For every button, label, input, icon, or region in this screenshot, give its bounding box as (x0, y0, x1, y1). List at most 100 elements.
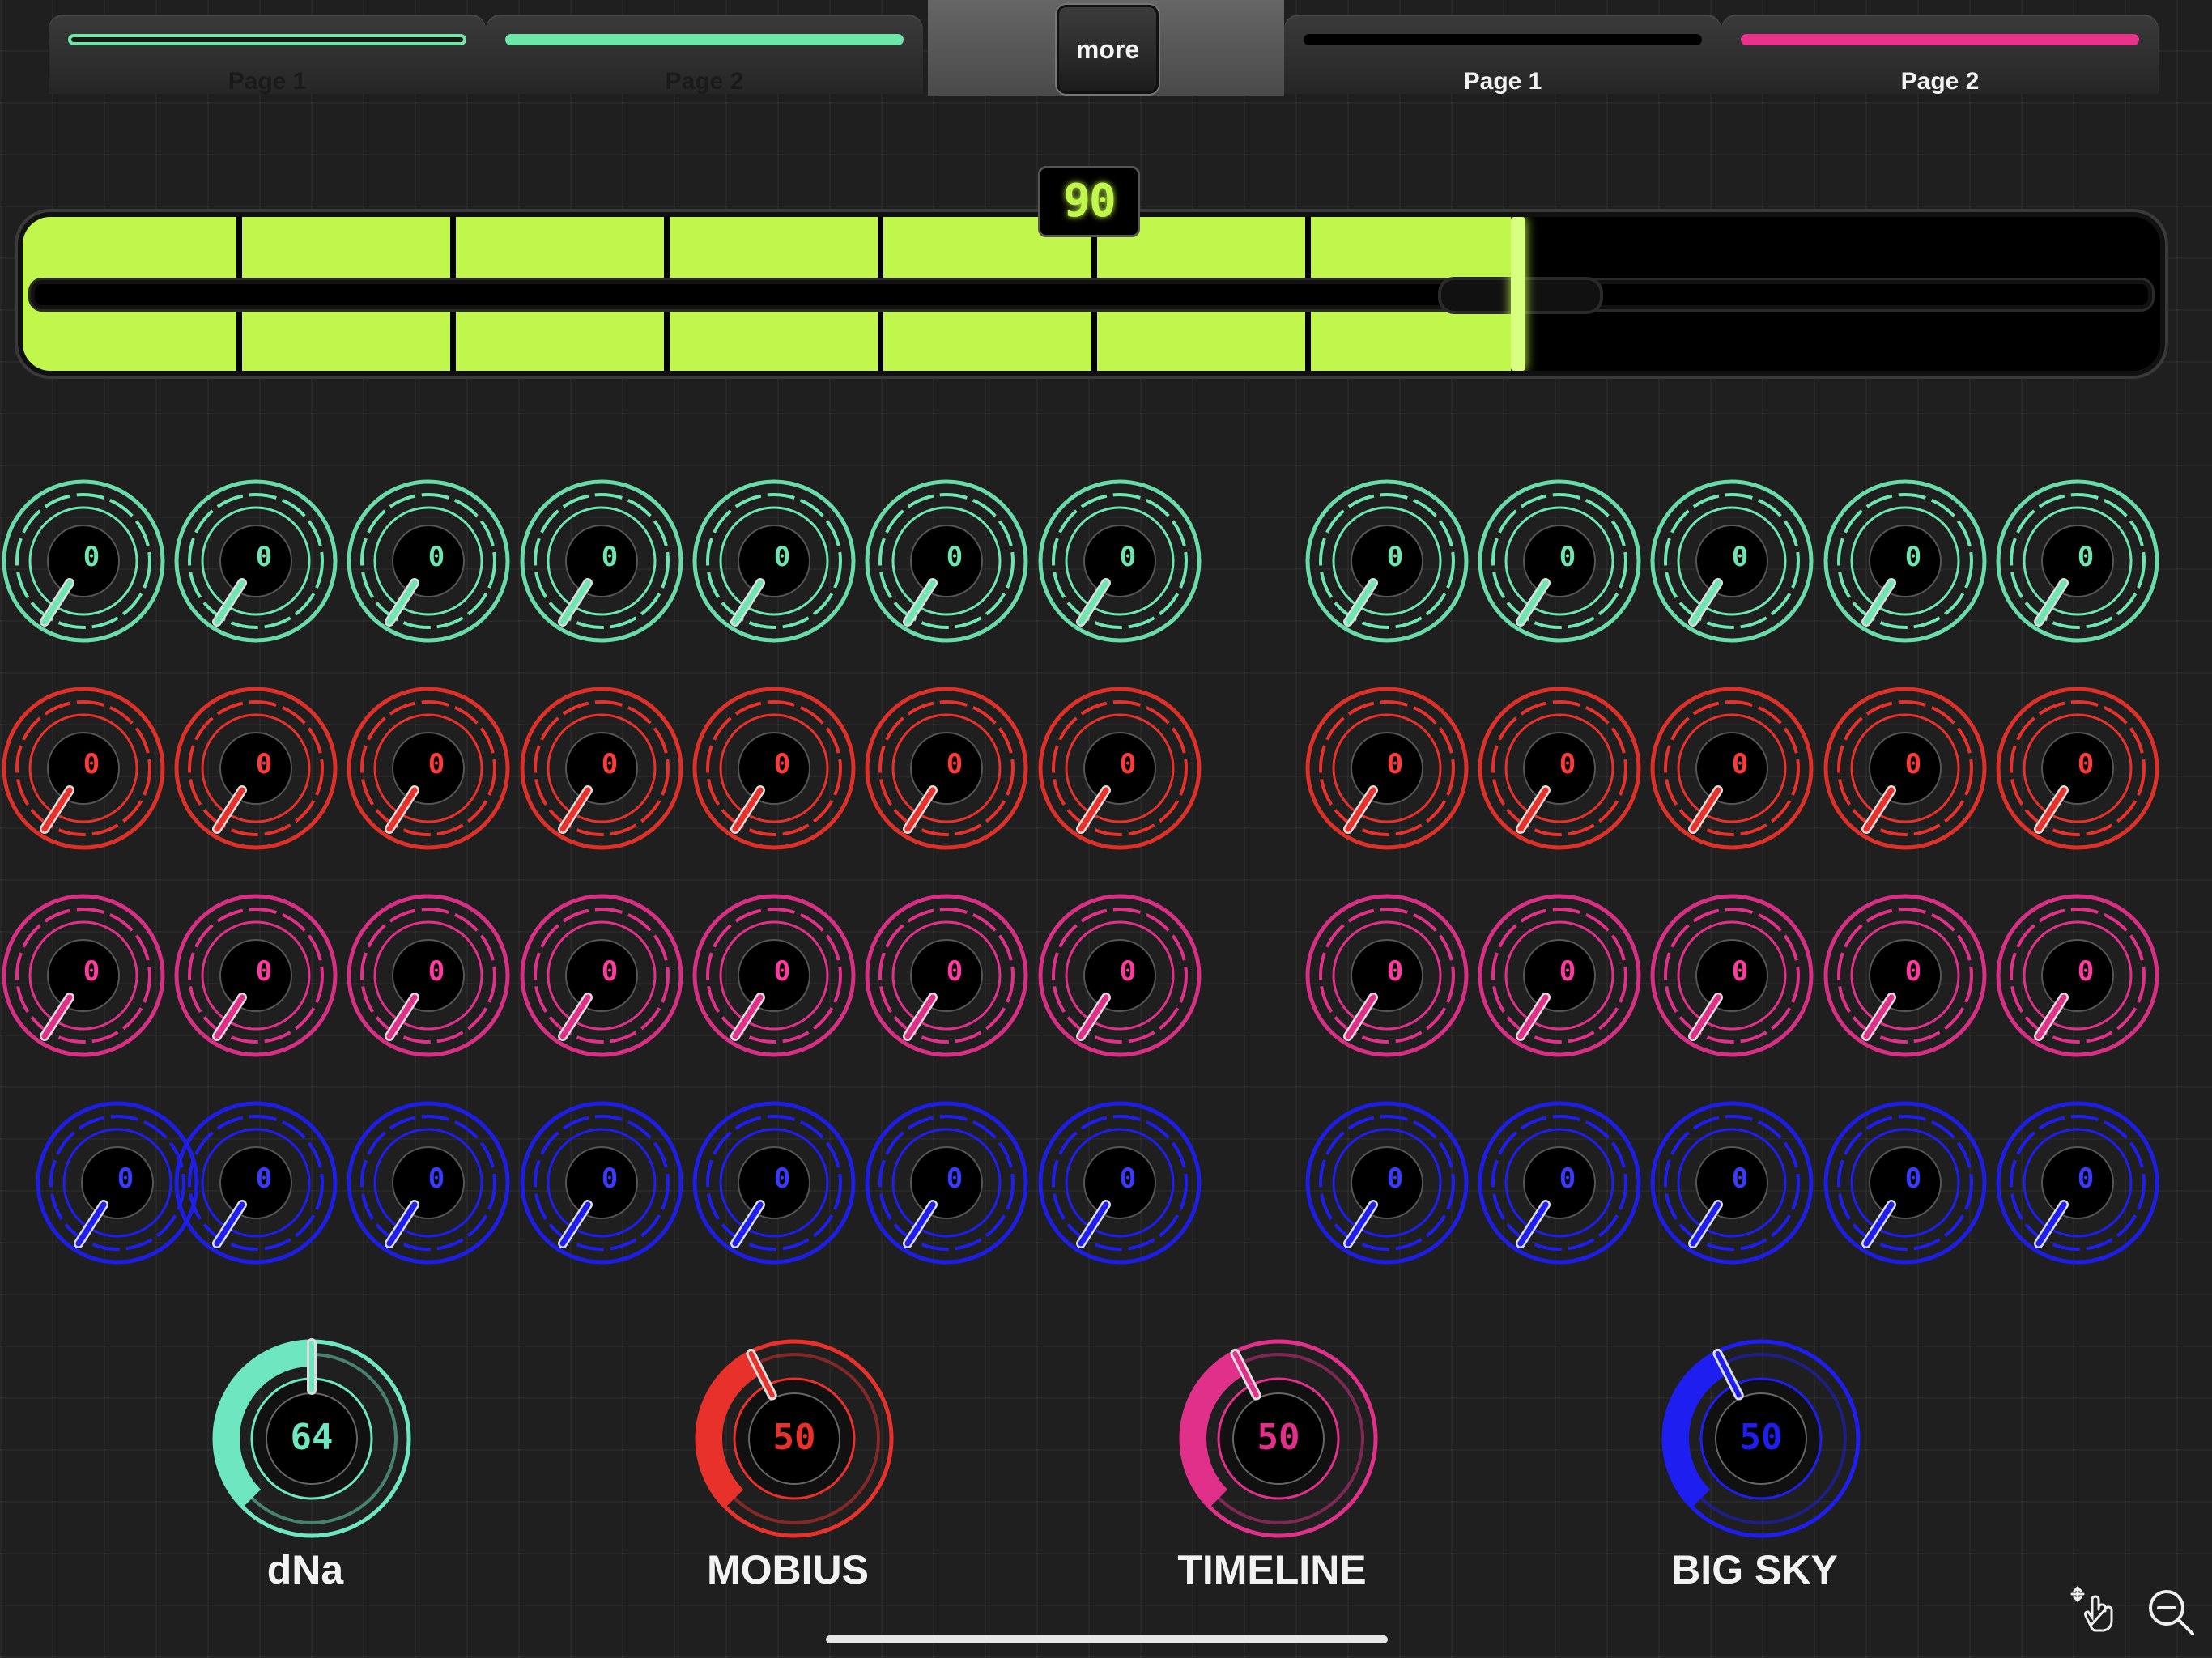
knob-value: 0 (1559, 955, 1576, 988)
knob-value: 0 (946, 541, 963, 573)
tab-label: Page 2 (665, 68, 744, 95)
knob-value: 0 (946, 748, 963, 780)
knob-value: 0 (773, 955, 791, 988)
slider-value-readout: 90 (1038, 166, 1140, 237)
knob-r1-c12[interactable]: 0 (1994, 478, 2161, 644)
knob-r3-c9[interactable]: 0 (1476, 892, 1643, 1059)
knob-r3-c1[interactable]: 0 (0, 892, 167, 1059)
knob-r3-c7[interactable]: 0 (1036, 892, 1203, 1059)
knob-r1-c5[interactable]: 0 (691, 478, 857, 644)
knob-r1-c10[interactable]: 0 (1648, 478, 1815, 644)
knob-value: 0 (946, 1163, 963, 1195)
knob-r3-c11[interactable]: 0 (1822, 892, 1989, 1059)
master-knob-timeline[interactable]: 50 (1179, 1339, 1378, 1538)
knob-r3-c6[interactable]: 0 (863, 892, 1030, 1059)
knob-r4-c10[interactable]: 0 (1648, 1099, 1815, 1266)
hand-move-icon[interactable] (2069, 1585, 2118, 1634)
home-indicator[interactable] (826, 1635, 1388, 1643)
master-knob-big-sky[interactable]: 50 (1661, 1339, 1861, 1538)
knob-r4-c5[interactable]: 0 (691, 1099, 857, 1266)
knob-r1-c7[interactable]: 0 (1036, 478, 1203, 644)
knob-r1-c9[interactable]: 0 (1476, 478, 1643, 644)
knob-r2-c8[interactable]: 0 (1304, 685, 1470, 852)
master-knob-label: BIG SKY (1671, 1547, 1838, 1592)
knob-r2-c4[interactable]: 0 (518, 685, 685, 852)
knob-value: 0 (1386, 541, 1404, 573)
master-knob-mobius[interactable]: 50 (695, 1339, 894, 1538)
knob-r4-c12[interactable]: 0 (1994, 1099, 2161, 1266)
zoom-out-icon[interactable] (2146, 1587, 2196, 1637)
knob-value: 0 (428, 748, 445, 780)
knob-r1-c6[interactable]: 0 (863, 478, 1030, 644)
knob-r1-c11[interactable]: 0 (1822, 478, 1989, 644)
master-knob-value: 50 (1739, 1417, 1783, 1458)
knob-r3-c3[interactable]: 0 (345, 892, 512, 1059)
knob-r4-c7[interactable]: 0 (1036, 1099, 1203, 1266)
master-knob-label: dNa (266, 1547, 344, 1592)
knob-value: 0 (1119, 955, 1137, 988)
knob-r4-c11[interactable]: 0 (1822, 1099, 1989, 1266)
tab-page-2-right[interactable]: Page 2 (1721, 15, 2159, 95)
knob-r1-c1[interactable]: 0 (0, 478, 167, 644)
knob-value: 0 (428, 1163, 445, 1195)
knob-r4-c3[interactable]: 0 (345, 1099, 512, 1266)
knob-r2-c3[interactable]: 0 (345, 685, 512, 852)
knob-value: 0 (773, 748, 791, 780)
knob-r4-c4[interactable]: 0 (518, 1099, 685, 1266)
knob-value: 0 (1386, 748, 1404, 780)
knob-r2-c2[interactable]: 0 (172, 685, 339, 852)
knob-value: 0 (1119, 748, 1137, 780)
more-button[interactable]: more (1057, 5, 1159, 94)
master-knob-dna[interactable]: 64 (212, 1338, 411, 1538)
knob-r4-c9[interactable]: 0 (1476, 1099, 1643, 1266)
knob-r1-c2[interactable]: 0 (172, 478, 339, 644)
knob-r2-c6[interactable]: 0 (863, 685, 1030, 852)
knob-value: 0 (1386, 1163, 1404, 1195)
knob-value: 0 (83, 748, 100, 780)
knob-r1-c4[interactable]: 0 (518, 478, 685, 644)
knob-r3-c4[interactable]: 0 (518, 892, 685, 1059)
knob-r1-c3[interactable]: 0 (345, 478, 512, 644)
knob-value: 0 (601, 1163, 619, 1195)
knob-value: 0 (1119, 1163, 1137, 1195)
tab-page-1-left[interactable]: Page 1 (49, 15, 486, 95)
knob-value: 0 (601, 541, 619, 573)
top-tab-bar: Page 1 Page 2 more Page 1 Page 2 (0, 0, 2212, 96)
knob-value: 0 (601, 955, 619, 988)
knob-value: 0 (1559, 1163, 1576, 1195)
knob-value: 0 (773, 1163, 791, 1195)
tab-indicator (68, 34, 466, 45)
knob-r1-c8[interactable]: 0 (1304, 478, 1470, 644)
knob-r2-c5[interactable]: 0 (691, 685, 857, 852)
knob-value: 0 (255, 955, 273, 988)
knob-r3-c8[interactable]: 0 (1304, 892, 1470, 1059)
tab-indicator (1741, 34, 2139, 45)
tab-page-2-left[interactable]: Page 2 (486, 15, 923, 95)
knob-r3-c5[interactable]: 0 (691, 892, 857, 1059)
knob-r4-c6[interactable]: 0 (863, 1099, 1030, 1266)
knob-value: 0 (1559, 541, 1576, 573)
knob-r4-c8[interactable]: 0 (1304, 1099, 1470, 1266)
knob-value: 0 (255, 748, 273, 780)
knob-value: 0 (1731, 1163, 1749, 1195)
knob-r2-c11[interactable]: 0 (1822, 685, 1989, 852)
knob-r4-c2[interactable]: 0 (172, 1099, 339, 1266)
knob-r3-c2[interactable]: 0 (172, 892, 339, 1059)
slider-marker (1511, 217, 1525, 371)
knob-value: 0 (2077, 541, 2095, 573)
knob-r3-c12[interactable]: 0 (1994, 892, 2161, 1059)
knob-value: 0 (83, 955, 100, 988)
knob-r2-c12[interactable]: 0 (1994, 685, 2161, 852)
knob-r2-c1[interactable]: 0 (0, 685, 167, 852)
knob-value: 0 (773, 541, 791, 573)
knob-value: 0 (1386, 955, 1404, 988)
knob-r2-c10[interactable]: 0 (1648, 685, 1815, 852)
knob-value: 0 (1904, 1163, 1922, 1195)
tab-page-1-right[interactable]: Page 1 (1284, 15, 1721, 95)
knob-value: 0 (1731, 748, 1749, 780)
tab-indicator (1304, 34, 1702, 45)
knob-r2-c9[interactable]: 0 (1476, 685, 1643, 852)
knob-value: 0 (2077, 748, 2095, 780)
knob-r2-c7[interactable]: 0 (1036, 685, 1203, 852)
knob-r3-c10[interactable]: 0 (1648, 892, 1815, 1059)
